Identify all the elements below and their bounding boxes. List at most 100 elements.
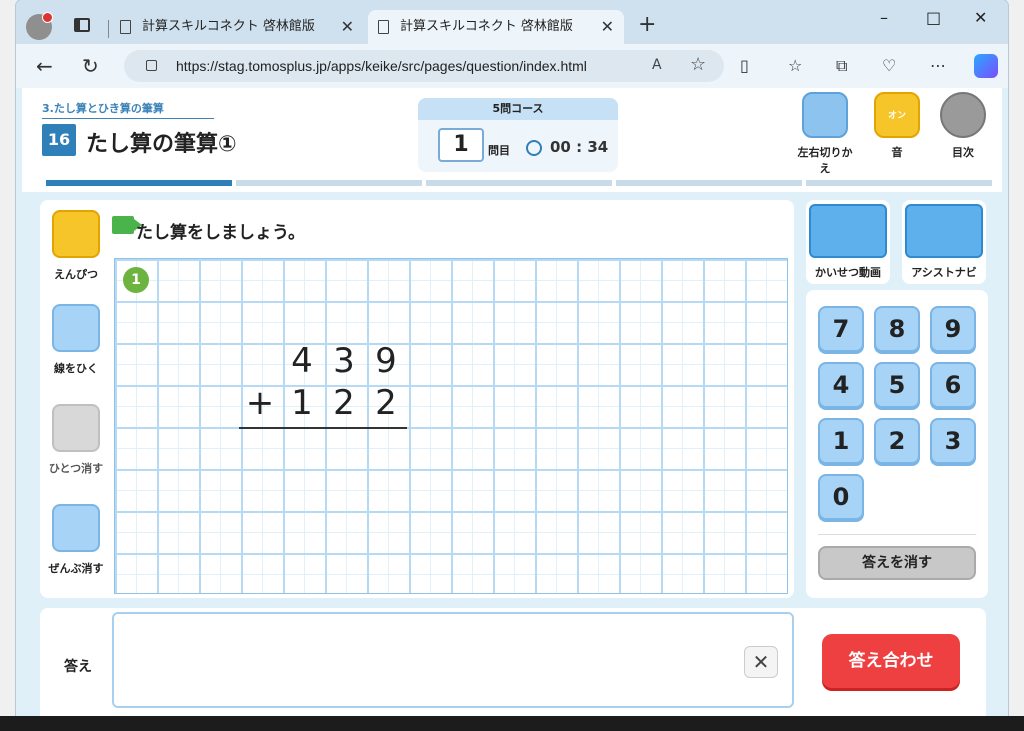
sound-label: 音 — [891, 146, 903, 159]
key-1[interactable]: 1 — [818, 418, 864, 464]
tab-active[interactable]: 計算スキルコネクト 啓林館版 ✕ — [368, 10, 624, 44]
index-button[interactable]: 目次 — [932, 92, 994, 160]
key-6[interactable]: 6 — [930, 362, 976, 408]
switch-sides-label: 左右切りかえ — [797, 146, 853, 175]
address-bar[interactable]: https://stag.tomosplus.jp/apps/keike/src… — [124, 50, 724, 82]
switch-sides-button[interactable]: 左右切りかえ — [794, 92, 856, 176]
address-bar-row: ← ↻ https://stag.tomosplus.jp/apps/keike… — [16, 44, 1008, 88]
assist-navi-label: アシストナビ — [911, 266, 977, 279]
undo-label: ひとつ消す — [48, 462, 104, 475]
profile-icon[interactable] — [26, 12, 53, 40]
lesson-header: 3.たし算とひき算の筆算 16 たし算の筆算① 5問コース 1 問目 00 : … — [22, 88, 1002, 192]
index-label: 目次 — [952, 146, 974, 159]
clear-all-tool[interactable]: ぜんぶ消す — [40, 504, 112, 576]
key-0[interactable]: 0 — [818, 474, 864, 520]
pencil-icon — [52, 210, 100, 258]
url-text[interactable]: https://stag.tomosplus.jp/apps/keike/src… — [176, 58, 587, 74]
key-3[interactable]: 3 — [930, 418, 976, 464]
close-window-button[interactable]: ✕ — [974, 8, 987, 27]
tab-title: 計算スキルコネクト 啓林館版 — [400, 19, 573, 34]
minimize-button[interactable]: – — [880, 8, 888, 27]
work-board: たし算をしましょう。 1 4 3 9 + 1 2 2 — [40, 200, 794, 598]
answer-field[interactable] — [112, 612, 794, 708]
key-7[interactable]: 7 — [818, 306, 864, 352]
digit-hundreds-bottom: 1 — [291, 383, 313, 423]
lesson-number: 16 — [42, 124, 76, 156]
pencil-tool[interactable]: えんぴつ — [40, 210, 112, 282]
ruler-pencil-icon — [52, 304, 100, 352]
crayon-icon — [112, 216, 142, 234]
eraser-icon — [52, 404, 100, 452]
read-aloud-icon[interactable]: A — [652, 57, 662, 73]
page-icon — [120, 20, 131, 34]
clear-answer-icon[interactable]: ✕ — [744, 646, 778, 678]
clear-all-label: ぜんぶ消す — [48, 562, 104, 575]
collections-icon[interactable]: ⧉ — [836, 56, 847, 76]
line-tool[interactable]: 線をひく — [40, 304, 112, 376]
key-2[interactable]: 2 — [874, 418, 920, 464]
sound-state: オン — [887, 111, 906, 121]
line-label: 線をひく — [54, 362, 98, 375]
pencil-label: えんぴつ — [54, 268, 98, 281]
key-4[interactable]: 4 — [818, 362, 864, 408]
work-grid[interactable]: 1 4 3 9 + 1 2 2 — [114, 258, 788, 594]
new-tab-icon[interactable]: + — [638, 12, 656, 37]
key-9[interactable]: 9 — [930, 306, 976, 352]
clock-icon — [526, 140, 542, 156]
digit-tens-top: 3 — [333, 341, 355, 381]
page-icon — [378, 20, 389, 34]
copilot-icon[interactable] — [974, 54, 998, 78]
taskbar — [0, 716, 1024, 731]
browser-window: 計算スキルコネクト 啓林館版 ✕ 計算スキルコネクト 啓林館版 ✕ + – □ … — [16, 0, 1008, 716]
keypad-divider — [818, 534, 976, 535]
question-progress — [46, 180, 992, 186]
favorite-star-icon[interactable]: ☆ — [690, 54, 706, 75]
clear-answer-button[interactable]: 答えを消す — [818, 546, 976, 580]
back-icon[interactable]: ← — [36, 54, 53, 78]
tool-column: えんぴつ 線をひく ひとつ消す ぜんぶ消す — [40, 202, 112, 602]
instruction-text: たし算をしましょう。 — [136, 223, 305, 243]
app-page: 3.たし算とひき算の筆算 16 たし算の筆算① 5問コース 1 問目 00 : … — [16, 88, 1008, 716]
split-screen-icon[interactable]: ▯ — [740, 56, 749, 75]
progress-segment-2 — [236, 180, 422, 186]
close-tab-icon[interactable]: ✕ — [341, 10, 354, 44]
browser-essentials-icon[interactable]: ♡ — [882, 56, 896, 75]
cat-character-icon — [905, 204, 983, 258]
progress-segment-3 — [426, 180, 612, 186]
video-button[interactable]: かいせつ動画 — [806, 200, 890, 284]
key-8[interactable]: 8 — [874, 306, 920, 352]
video-play-icon — [809, 204, 887, 258]
timer: 00 : 34 — [550, 138, 609, 156]
problem-number-badge: 1 — [123, 267, 149, 293]
speaker-icon: オン — [874, 92, 920, 138]
tab-inactive[interactable]: 計算スキルコネクト 啓林館版 ✕ — [110, 10, 364, 44]
favorites-icon[interactable]: ☆ — [788, 56, 802, 75]
question-number: 1 — [438, 128, 484, 162]
lock-icon[interactable] — [146, 60, 157, 71]
answer-label: 答え — [64, 659, 92, 675]
question-label: 問目 — [488, 144, 510, 157]
sound-button[interactable]: オン 音 — [866, 92, 928, 160]
tab-actions-icon[interactable] — [74, 18, 90, 32]
maximize-button[interactable]: □ — [926, 8, 941, 27]
tab-separator — [108, 20, 109, 38]
close-tab-icon[interactable]: ✕ — [601, 10, 614, 44]
course-panel: 5問コース 1 問目 00 : 34 — [418, 98, 618, 172]
course-name: 5問コース — [418, 98, 618, 120]
key-5[interactable]: 5 — [874, 362, 920, 408]
number-keypad: 7 8 9 4 5 6 1 2 3 0 答えを消す — [806, 290, 988, 598]
video-label: かいせつ動画 — [815, 266, 881, 279]
digit-hundreds-top: 4 — [291, 341, 313, 381]
check-answer-button[interactable]: 答え合わせ — [822, 634, 960, 688]
sum-line — [239, 427, 407, 429]
plus-sign: + — [245, 383, 275, 423]
more-menu-icon[interactable]: ⋯ — [930, 56, 946, 75]
tab-title: 計算スキルコネクト 啓林館版 — [142, 19, 315, 34]
digit-ones-top: 9 — [375, 341, 397, 381]
clear-all-icon — [52, 504, 100, 552]
unit-title: 3.たし算とひき算の筆算 — [42, 100, 214, 119]
assist-navi-button[interactable]: アシストナビ — [902, 200, 986, 284]
refresh-icon[interactable]: ↻ — [82, 54, 99, 78]
progress-segment-5 — [806, 180, 992, 186]
undo-tool[interactable]: ひとつ消す — [40, 404, 112, 476]
